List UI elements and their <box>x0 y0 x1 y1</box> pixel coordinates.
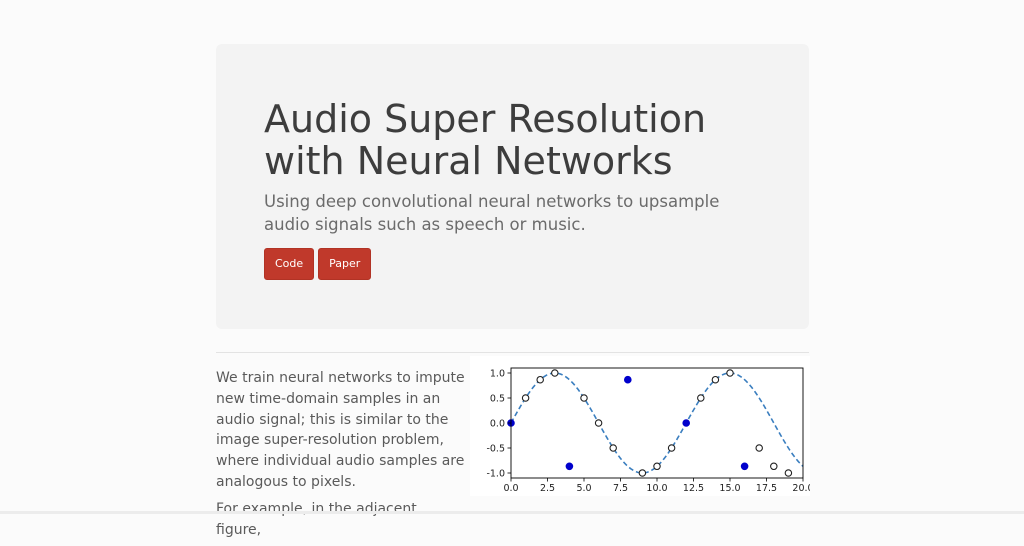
x-tick-label: 20.0 <box>792 483 810 494</box>
hollow-data-point <box>536 375 544 384</box>
hollow-data-point <box>580 394 588 402</box>
hollow-data-point <box>653 462 661 471</box>
y-tick-label: 0.0 <box>490 418 505 429</box>
filled-data-point <box>565 462 574 471</box>
button-group: Code Paper <box>264 248 372 280</box>
filled-data-point <box>682 419 691 427</box>
x-tick-label: 12.5 <box>683 483 704 494</box>
hollow-data-point <box>594 419 603 427</box>
hollow-data-point <box>697 394 705 402</box>
page-subtitle: Using deep convolutional neural networks… <box>264 192 720 234</box>
example-paragraph: For example, in the adjacent figure, <box>216 500 417 538</box>
hollow-data-point <box>638 469 647 477</box>
x-tick-label: 2.5 <box>540 483 555 494</box>
x-tick-label: 15.0 <box>719 483 740 494</box>
hollow-data-point <box>784 469 793 477</box>
code-button[interactable]: Code <box>264 248 315 280</box>
page-title: Audio Super Resolution with Neural Netwo… <box>264 97 707 183</box>
hollow-data-point <box>711 375 720 384</box>
y-tick-label: 0.5 <box>490 393 505 404</box>
x-tick-label: 5.0 <box>576 483 591 494</box>
x-tick-label: 10.0 <box>646 483 667 494</box>
filled-data-point <box>740 462 749 471</box>
x-tick-label: 7.5 <box>613 483 628 494</box>
sine-chart: 0.0 2.5 5.0 7.5 10.0 12.5 15.0 17.5 20.0 1.0 0.5 0.… <box>470 356 810 496</box>
y-tick-label: -1.0 <box>486 468 505 479</box>
hollow-data-point <box>770 462 778 471</box>
x-tick-label: 17.5 <box>756 483 777 494</box>
hollow-data-point <box>726 369 734 377</box>
sine-figure: 0.0 2.5 5.0 7.5 10.0 12.5 15.0 17.5 20.0 1.0 0.5 0.… <box>470 356 810 496</box>
x-tick-label: 0.0 <box>503 483 518 494</box>
hollow-data-point <box>755 444 763 452</box>
hollow-data-point <box>609 444 617 452</box>
filled-data-point <box>624 375 632 384</box>
intro-text: We train neural networks to impute new t… <box>216 368 466 546</box>
y-tick-label: 1.0 <box>490 368 505 379</box>
hero-panel: Audio Super Resolution with Neural Netwo… <box>216 44 809 329</box>
section-divider <box>216 352 809 353</box>
paper-button[interactable]: Paper <box>318 248 372 280</box>
hollow-data-point <box>667 444 676 452</box>
hollow-data-point <box>551 369 559 377</box>
intro-paragraph: We train neural networks to impute new t… <box>216 370 465 490</box>
y-tick-label: -0.5 <box>486 443 505 454</box>
hollow-data-point <box>521 394 530 402</box>
